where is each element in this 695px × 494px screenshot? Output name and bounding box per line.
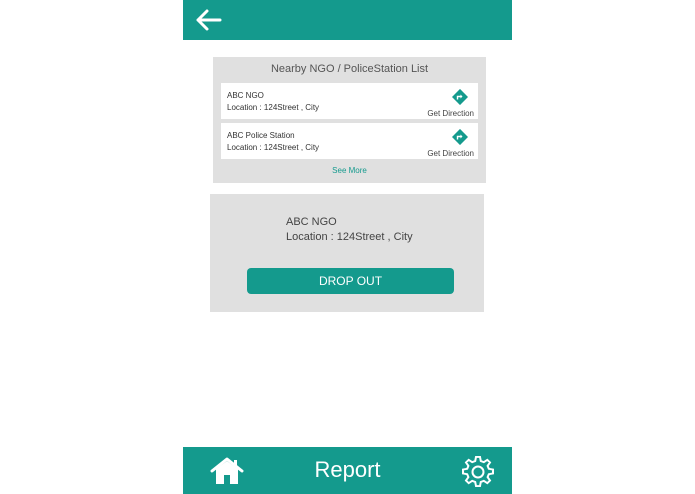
get-direction-label: Get Direction xyxy=(427,109,474,118)
item-name: ABC Police Station xyxy=(227,131,295,140)
list-item: ABC NGO Location : 124Street , City Get … xyxy=(221,83,478,119)
nearby-list-panel: Nearby NGO / PoliceStation List ABC NGO … xyxy=(213,57,486,183)
get-direction-button[interactable]: Get Direction xyxy=(418,127,474,158)
back-button[interactable] xyxy=(195,8,223,32)
top-bar xyxy=(183,0,512,40)
item-location: Location : 124Street , City xyxy=(227,143,320,152)
item-name: ABC NGO xyxy=(227,91,264,100)
direction-icon xyxy=(452,129,468,145)
get-direction-label: Get Direction xyxy=(427,149,474,158)
list-title: Nearby NGO / PoliceStation List xyxy=(270,63,429,75)
item-location: Location : 124Street , City xyxy=(227,103,320,112)
selected-name: ABC NGO xyxy=(286,216,337,228)
get-direction-button[interactable]: Get Direction xyxy=(418,87,474,118)
settings-button[interactable] xyxy=(462,455,494,488)
drop-out-button[interactable]: DROP OUT xyxy=(247,268,454,294)
gear-icon xyxy=(462,455,494,488)
direction-icon xyxy=(452,89,468,105)
list-item: ABC Police Station Location : 124Street … xyxy=(221,123,478,159)
app-screen: Nearby NGO / PoliceStation List ABC NGO … xyxy=(183,0,512,494)
arrow-left-icon xyxy=(196,9,222,31)
bottom-bar: Report xyxy=(183,447,512,494)
see-more-link[interactable]: See More xyxy=(213,166,486,175)
selected-location: Location : 124Street , City xyxy=(286,231,413,243)
selected-location-panel: ABC NGO Location : 124Street , City DROP… xyxy=(210,194,484,312)
